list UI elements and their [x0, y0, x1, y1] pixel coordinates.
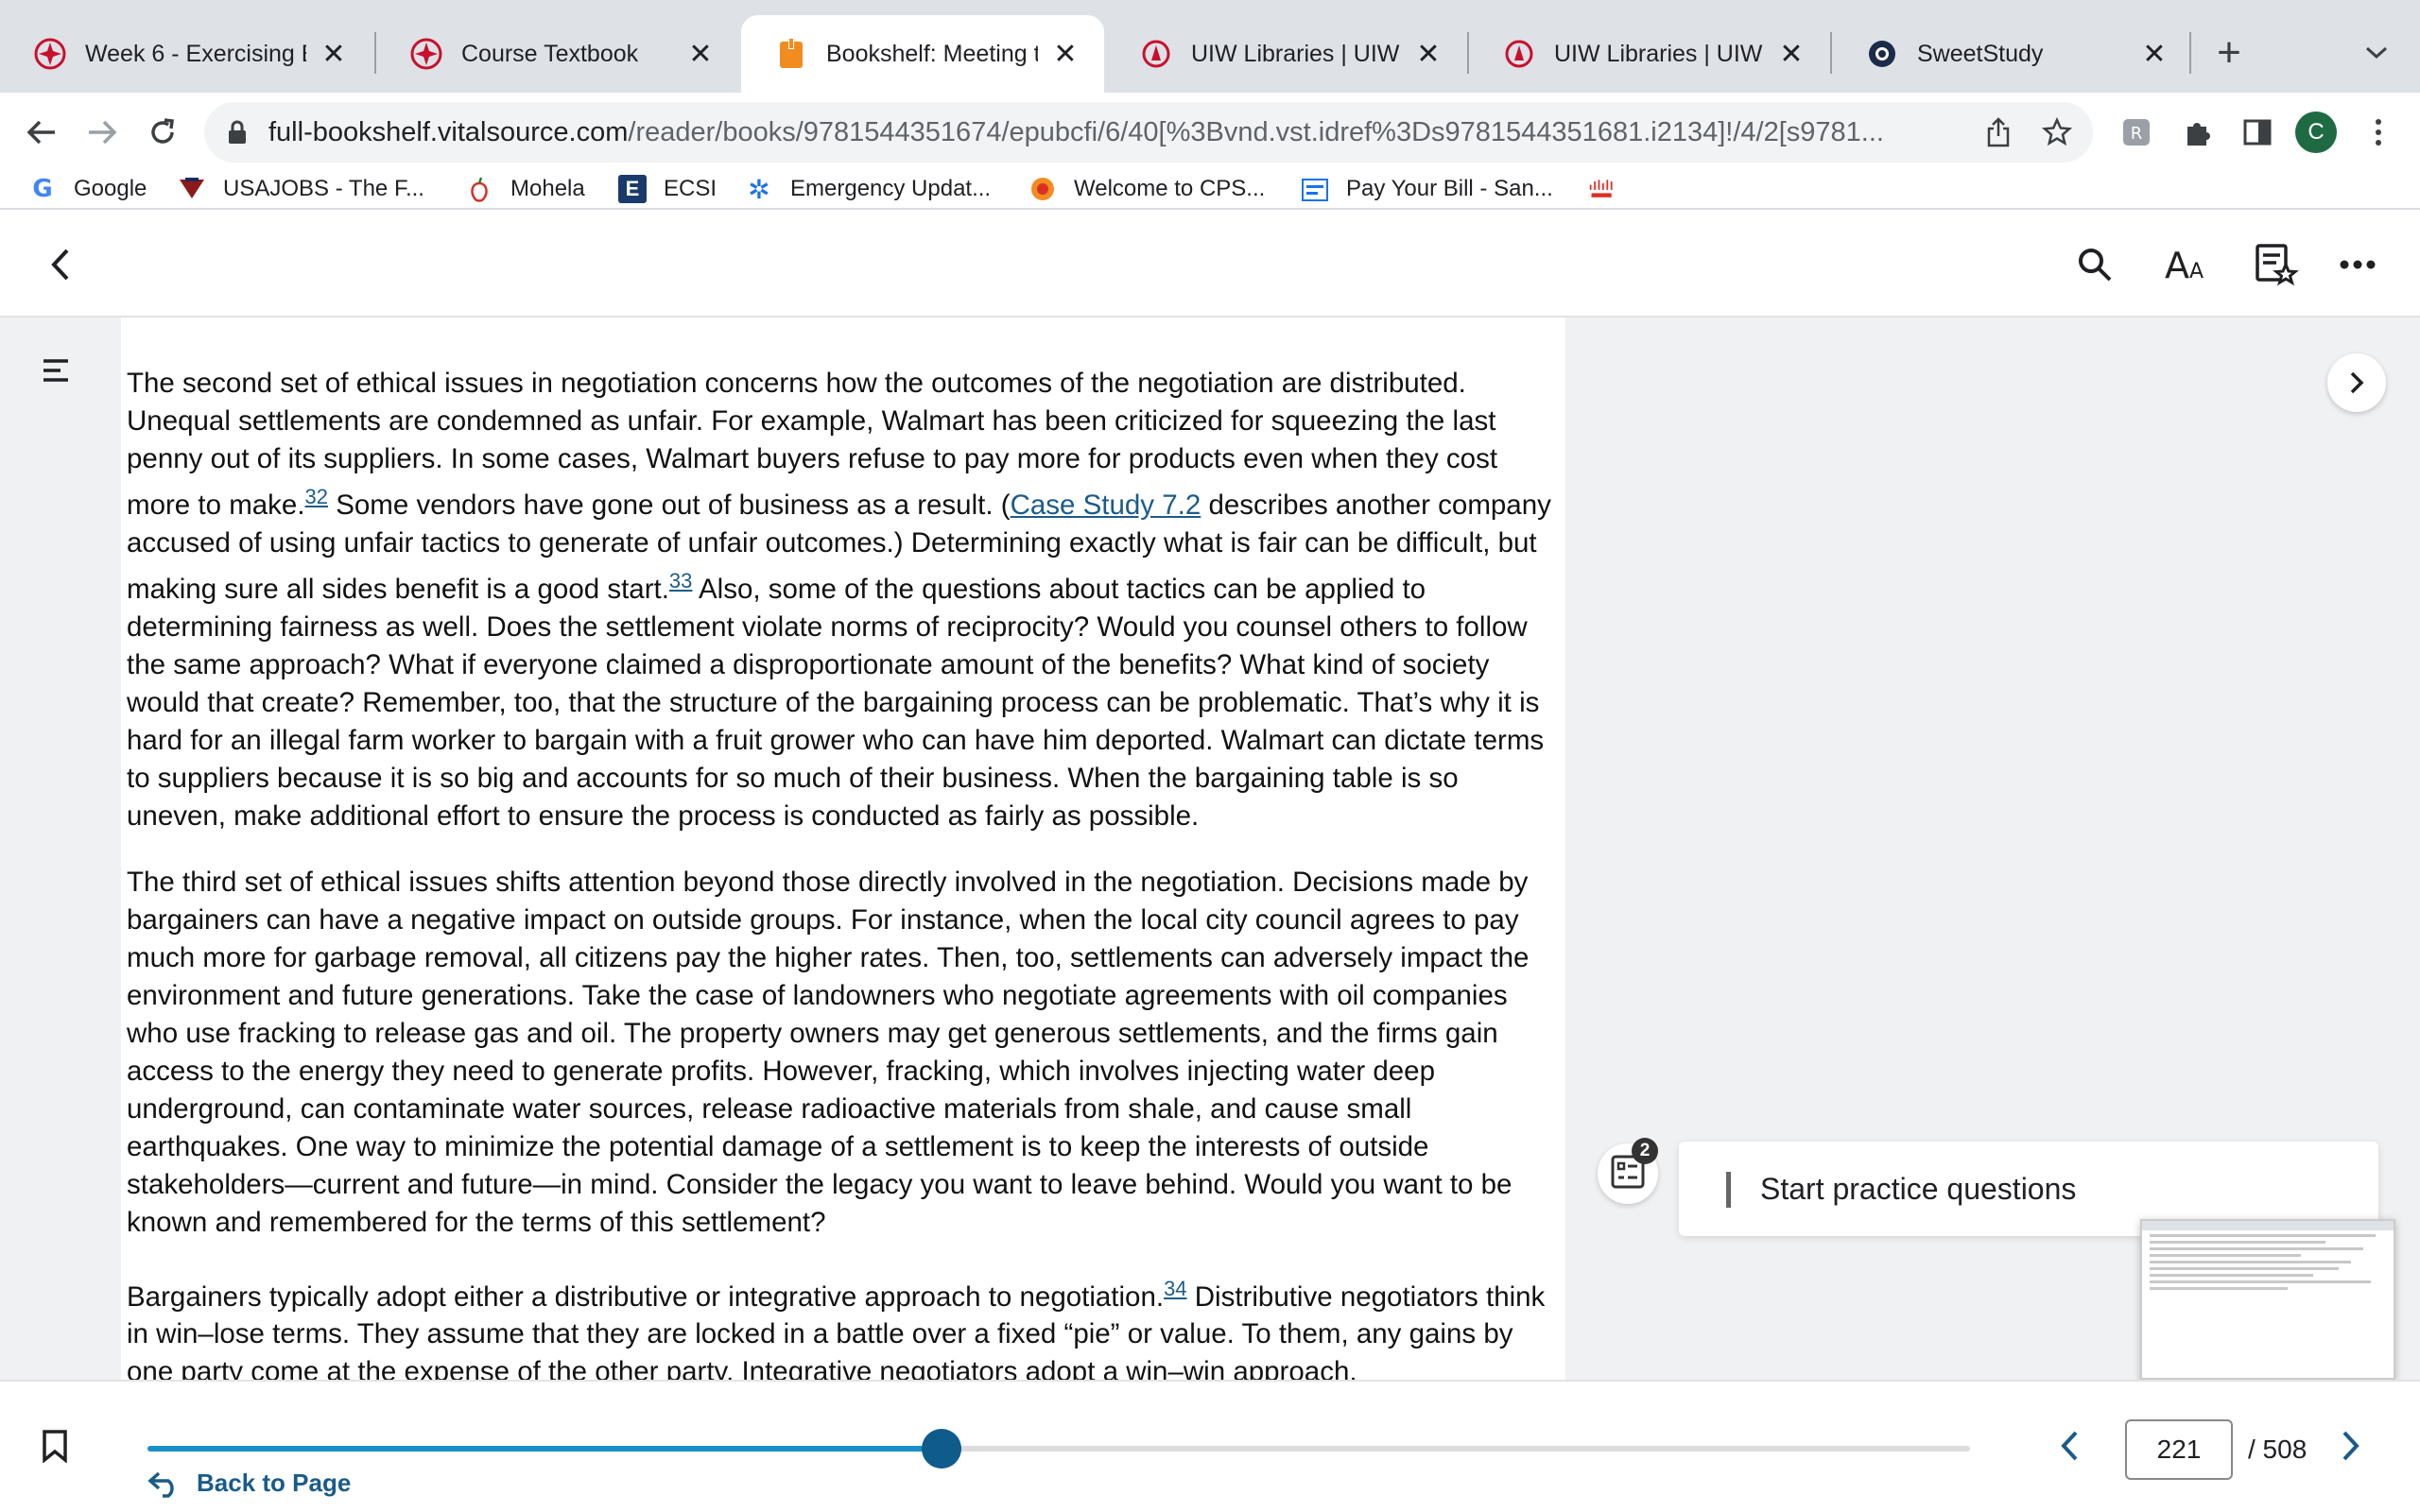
close-icon[interactable]: ✕	[1775, 38, 1807, 70]
bookmark-pay-your-bill[interactable]: Pay Your Bill - San...	[1301, 170, 1553, 208]
paragraph-distribution: The second set of ethical issues in nego…	[127, 368, 1551, 832]
puzzle-extensions-icon[interactable]	[2176, 112, 2218, 153]
page-total: / 508	[2248, 1435, 2308, 1464]
tab-sweetstudy[interactable]: SweetStudy ✕	[1832, 15, 2193, 93]
cps-icon	[1028, 175, 1057, 203]
back-arrow-icon[interactable]	[21, 112, 62, 153]
uiw-libraries-icon	[1140, 38, 1172, 70]
usajobs-icon	[178, 175, 206, 203]
extension-r-icon[interactable]: R	[2116, 112, 2157, 153]
reader-header: AA	[0, 210, 2420, 318]
page-slider-handle[interactable]	[922, 1429, 962, 1469]
uiw-libraries-icon	[1503, 38, 1535, 70]
tab-title: UIW Libraries | UIW Lib	[1554, 40, 1764, 67]
tab-uiw-libraries-2[interactable]: UIW Libraries | UIW Lib ✕	[1469, 15, 1830, 93]
tab-bookshelf[interactable]: Bookshelf: Meeting the ✕	[741, 15, 1104, 93]
case-study-link[interactable]: Case Study 7.2	[1011, 490, 1201, 521]
svg-text:A: A	[2189, 260, 2204, 284]
svg-text:R: R	[2131, 124, 2143, 144]
page-number-input[interactable]	[2125, 1419, 2233, 1480]
close-icon[interactable]: ✕	[2138, 38, 2170, 70]
bookmark-ecsi[interactable]: E ECSI	[618, 170, 717, 208]
bookmark-welcome-cps[interactable]: Welcome to CPS...	[1028, 170, 1265, 208]
tab-strip: Week 6 - Exercising Et ✕ Course Textbook…	[0, 0, 2420, 93]
table-of-contents-icon[interactable]	[42, 357, 79, 395]
google-icon: G	[32, 175, 53, 203]
bookmark-emergency-updates[interactable]: ✲ Emergency Updat...	[745, 170, 991, 208]
bookmark-cisco[interactable]	[1588, 170, 1634, 208]
tab-week6[interactable]: Week 6 - Exercising Et ✕	[0, 15, 372, 93]
tab-uiw-libraries-1[interactable]: UIW Libraries | UIW Lib ✕	[1106, 15, 1467, 93]
close-icon[interactable]: ✕	[1412, 38, 1444, 70]
footnote-link[interactable]: 33	[669, 569, 692, 593]
next-page-button[interactable]	[2327, 353, 2386, 412]
url-text[interactable]: full-bookshelf.vitalsource.com/reader/bo…	[268, 117, 1970, 148]
share-icon[interactable]	[1981, 115, 2015, 149]
tab-title: Week 6 - Exercising Et	[85, 40, 306, 67]
next-page-chevron-icon[interactable]	[2341, 1429, 2378, 1470]
notes-star-icon[interactable]	[2250, 238, 2303, 291]
search-icon[interactable]	[2068, 238, 2121, 291]
reload-icon[interactable]	[142, 112, 183, 153]
reader-footer: Back to Page / 508	[0, 1380, 2420, 1512]
previous-page-chevron-icon[interactable]	[2059, 1429, 2097, 1470]
browser-toolbar: full-bookshelf.vitalsource.com/reader/bo…	[0, 93, 2420, 170]
address-bar[interactable]: full-bookshelf.vitalsource.com/reader/bo…	[204, 102, 2093, 163]
tab-title: Bookshelf: Meeting the	[826, 40, 1038, 67]
book-page: The second set of ethical issues in nego…	[121, 318, 1565, 1380]
side-panel-icon[interactable]	[2237, 112, 2278, 153]
reader-body: The second set of ethical issues in nego…	[0, 318, 2420, 1380]
tab-course-textbook[interactable]: Course Textbook ✕	[376, 15, 739, 93]
mohela-icon	[465, 175, 493, 203]
uiw-seal-icon	[410, 38, 442, 70]
tab-title: UIW Libraries | UIW Lib	[1191, 40, 1401, 67]
start-practice-label: Start practice questions	[1760, 1172, 2077, 1206]
svg-text:A: A	[2165, 246, 2189, 284]
footnote-link[interactable]: 34	[1164, 1277, 1186, 1300]
tab-title: SweetStudy	[1917, 40, 2044, 67]
lock-icon[interactable]	[227, 119, 248, 150]
close-icon[interactable]: ✕	[684, 38, 717, 70]
ecsi-icon: E	[618, 175, 647, 203]
profile-avatar[interactable]: C	[2295, 112, 2337, 153]
new-tab-button[interactable]: +	[2203, 26, 2256, 79]
bookmark-icon[interactable]	[42, 1429, 79, 1472]
text-size-icon[interactable]: AA	[2159, 238, 2212, 291]
cisco-icon	[1588, 175, 1616, 203]
bill-icon	[1301, 175, 1329, 203]
sweetstudy-icon	[1866, 38, 1898, 70]
back-chevron-icon[interactable]	[34, 238, 87, 291]
bookmarks-bar: G Google USAJOBS - The F... Mohela E ECS…	[0, 170, 2420, 210]
close-icon[interactable]: ✕	[1049, 38, 1081, 70]
paragraph-approaches: Bargainers typically adopt either a dist…	[127, 1276, 1546, 1380]
close-icon[interactable]: ✕	[318, 38, 350, 70]
bookmark-usajobs[interactable]: USAJOBS - The F...	[178, 170, 424, 208]
back-to-page-link[interactable]: Back to Page	[147, 1469, 351, 1498]
paragraph-outside-groups: The third set of ethical issues shifts a…	[127, 866, 1530, 1238]
page-slider-track[interactable]	[147, 1446, 1970, 1452]
bookmark-google[interactable]: G Google	[28, 170, 147, 208]
footnote-link[interactable]: 32	[305, 485, 328, 508]
screenshot-thumbnail[interactable]	[2140, 1219, 2395, 1380]
uiw-seal-icon	[34, 38, 66, 70]
star-icon[interactable]	[2040, 115, 2074, 149]
bookshelf-icon	[775, 38, 807, 70]
practice-count-badge: 2	[1632, 1138, 1658, 1164]
tab-title: Course Textbook	[461, 40, 639, 67]
more-options-icon[interactable]	[2331, 238, 2384, 291]
page-slider-fill	[147, 1446, 942, 1452]
undo-arrow-icon	[147, 1469, 182, 1498]
kebab-menu-icon[interactable]	[2358, 112, 2399, 153]
forward-arrow-icon[interactable]	[81, 112, 123, 153]
tab-search-chevron-icon[interactable]	[2350, 26, 2403, 79]
snowflake-icon: ✲	[748, 174, 770, 204]
bookmark-mohela[interactable]: Mohela	[465, 170, 585, 208]
